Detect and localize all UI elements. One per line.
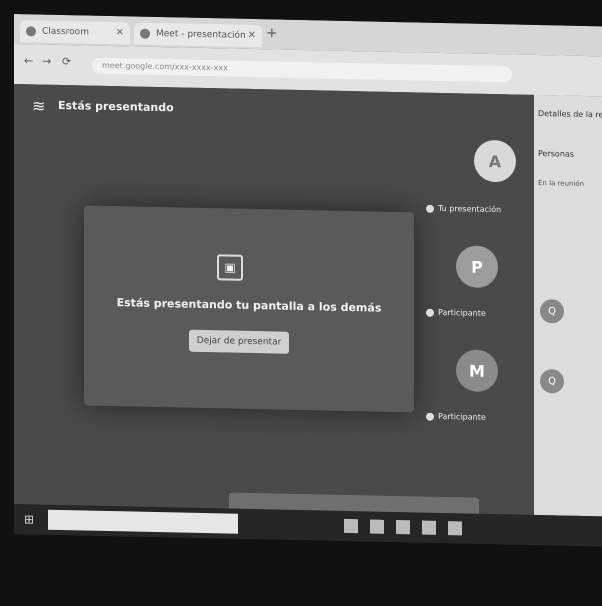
mic-icon (426, 412, 434, 421)
participant-tile[interactable]: A Tu presentación (422, 135, 532, 237)
meeting-details-panel: Detalles de la reunión Personas En la re… (534, 94, 602, 517)
tab-label: Classroom (42, 26, 89, 38)
participant-tile[interactable]: P Participante (422, 239, 532, 341)
participant-name: Participante (438, 307, 486, 318)
avatar: Q (540, 299, 564, 324)
taskbar-search-input[interactable] (48, 509, 238, 534)
new-tab-button[interactable]: + (266, 25, 278, 41)
screen: Classroom ✕ Meet - presentación ✕ + ← → … (14, 14, 602, 547)
participant-name: Participante (438, 411, 486, 422)
presenting-card: ▣ Estás presentando tu pantalla a los de… (84, 205, 414, 413)
participant-name: Tu presentación (438, 203, 502, 215)
mic-icon (426, 204, 434, 213)
mic-icon (426, 308, 434, 317)
app-icon[interactable] (344, 518, 358, 534)
classroom-icon (26, 26, 36, 37)
tab-people[interactable]: Personas (538, 149, 574, 159)
meet-title: Estás presentando (58, 98, 174, 115)
present-screen-icon: ▣ (217, 254, 243, 281)
presenting-message: Estás presentando tu pantalla a los demá… (116, 296, 382, 315)
close-icon[interactable]: ✕ (116, 22, 124, 44)
app-icon[interactable] (422, 520, 436, 535)
browser-tab-classroom[interactable]: Classroom ✕ (20, 20, 130, 45)
forward-icon[interactable]: → (42, 55, 51, 68)
app-icon[interactable] (396, 520, 410, 535)
participant-tiles: A Tu presentación P Participante M Parti… (422, 135, 532, 457)
stop-presenting-button[interactable]: Dejar de presentar (189, 329, 289, 354)
avatar: P (456, 245, 498, 289)
close-icon[interactable]: ✕ (248, 25, 256, 47)
avatar: A (474, 139, 516, 183)
reload-icon[interactable]: ⟳ (62, 55, 71, 68)
windows-start-icon[interactable]: ⊞ (24, 512, 38, 526)
list-item[interactable]: Q (534, 365, 602, 402)
browser-tab-meet[interactable]: Meet - presentación ✕ (134, 22, 262, 48)
meet-icon (140, 28, 150, 39)
avatar: Q (540, 369, 564, 394)
app-icon[interactable] (370, 519, 384, 534)
participant-tile[interactable]: M Participante (422, 343, 532, 445)
list-item[interactable]: Q (534, 295, 602, 332)
app-icon[interactable] (448, 521, 462, 536)
meet-stage: ≋ Estás presentando ▣ Estás presentando … (14, 84, 534, 524)
panel-header: Detalles de la reunión (538, 108, 602, 120)
back-icon[interactable]: ← (24, 54, 33, 67)
meet-logo-icon: ≋ (32, 96, 46, 116)
url-field[interactable]: meet.google.com/xxx-xxxx-xxx (92, 57, 512, 83)
panel-subtitle: En la reunión (538, 178, 585, 188)
avatar: M (456, 349, 498, 393)
tab-label: Meet - presentación (156, 28, 246, 41)
